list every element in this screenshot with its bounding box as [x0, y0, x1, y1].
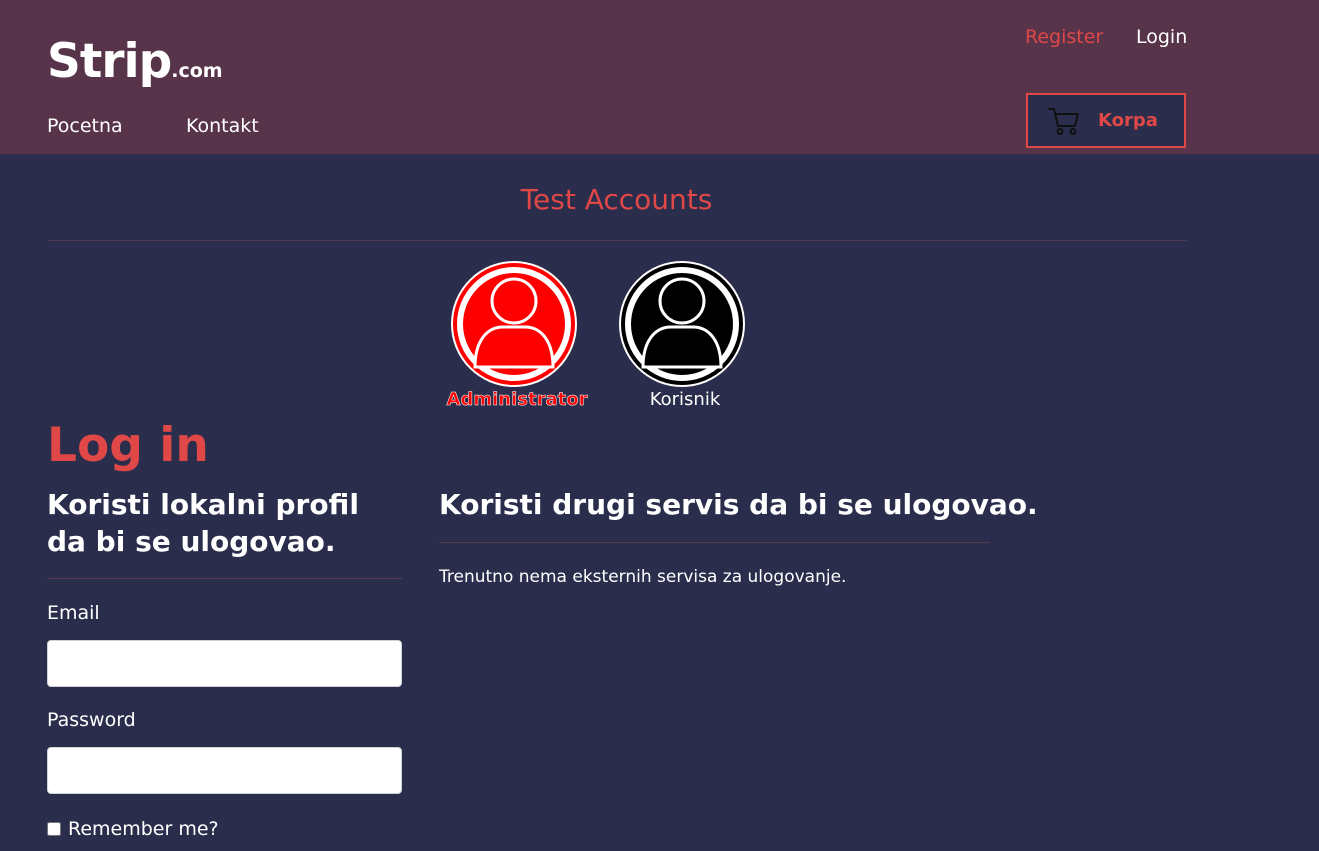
remember-me[interactable]: Remember me?	[47, 818, 219, 840]
cart-button[interactable]: Korpa	[1026, 93, 1186, 148]
divider	[439, 542, 990, 543]
user-avatar-icon	[625, 267, 739, 381]
user-avatar[interactable]	[619, 261, 745, 387]
register-link[interactable]: Register	[1025, 26, 1103, 48]
password-field[interactable]	[47, 747, 402, 794]
cart-icon	[1048, 107, 1079, 135]
external-login-subtitle: Koristi drugi servis da bi se ulogovao.	[439, 488, 1038, 521]
email-field[interactable]	[47, 640, 402, 687]
test-accounts-title: Test Accounts	[520, 183, 713, 216]
local-login-subtitle: Koristi lokalni profil da bi se ulogovao…	[47, 488, 359, 558]
page-title: Log in	[47, 418, 209, 473]
remember-me-checkbox[interactable]	[47, 822, 61, 836]
admin-avatar[interactable]	[451, 261, 577, 387]
password-label: Password	[47, 709, 136, 731]
login-link[interactable]: Login	[1136, 26, 1187, 48]
user-label[interactable]: Korisnik	[605, 389, 765, 410]
logo-main: Strip	[47, 34, 172, 89]
site-logo[interactable]: Strip.com	[47, 32, 223, 101]
user-avatar-icon	[457, 267, 571, 381]
divider	[47, 578, 402, 579]
admin-label[interactable]: Administrator	[437, 389, 597, 411]
nav-contact-link[interactable]: Kontakt	[186, 115, 259, 137]
remember-me-label: Remember me?	[68, 818, 219, 840]
nav-home-link[interactable]: Pocetna	[47, 115, 123, 137]
email-label: Email	[47, 602, 100, 624]
site-header: Strip.com Pocetna Kontakt Register Login…	[0, 0, 1319, 154]
external-login-message: Trenutno nema eksternih servisa za ulogo…	[439, 567, 847, 587]
divider	[47, 240, 1187, 241]
cart-label: Korpa	[1098, 110, 1158, 131]
logo-tld: .com	[171, 60, 223, 82]
